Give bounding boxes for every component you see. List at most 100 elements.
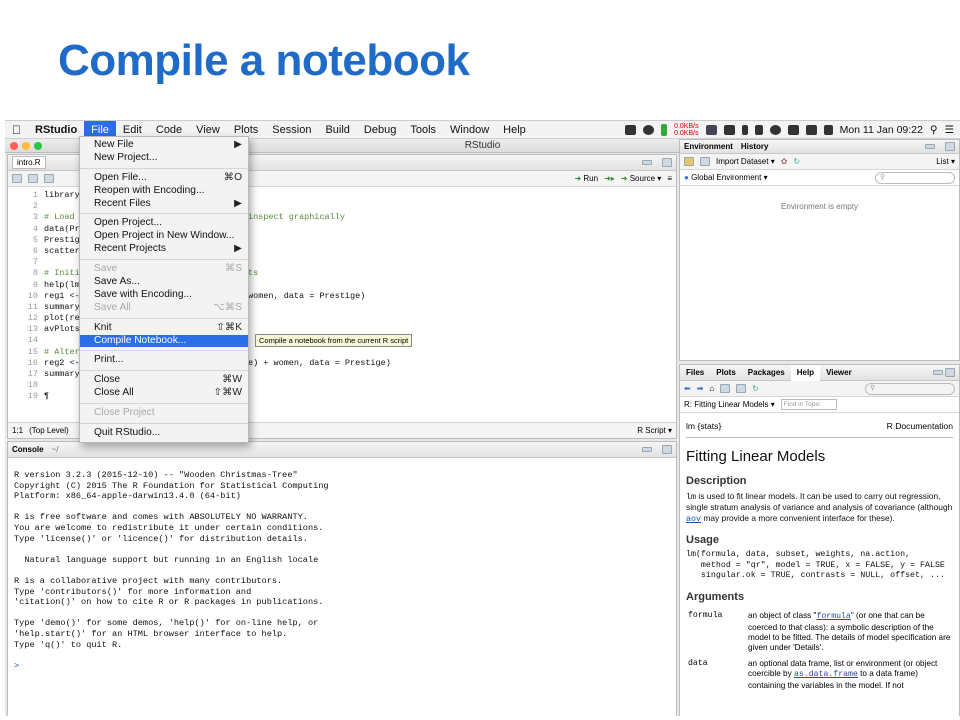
file-menu-item[interactable]: Open File... ⌘O [80, 172, 248, 185]
menu-session[interactable]: Session [265, 121, 318, 139]
file-menu-item[interactable]: Recent Projects ▶ [80, 243, 248, 256]
code-line-tail[interactable]: e) + women, data = Prestige) [248, 358, 391, 369]
file-menu-item[interactable]: Save As... [80, 276, 248, 289]
file-menu-item[interactable]: Quit RStudio... [80, 427, 248, 440]
dropbox-icon[interactable] [723, 125, 735, 135]
file-menu-item[interactable]: Reopen with Encoding... [80, 185, 248, 198]
activity-icon[interactable] [705, 125, 717, 135]
file-menu-item[interactable]: Close ⌘W [80, 374, 248, 387]
bluetooth-icon[interactable] [741, 125, 748, 135]
menu-build[interactable]: Build [318, 121, 356, 139]
evernote-icon[interactable] [625, 125, 637, 135]
code-text-right[interactable]: inspect graphically ts women, data = Prest… [248, 190, 391, 403]
maximize-env-icon[interactable] [945, 142, 955, 151]
file-menu-item[interactable]: New File ▶ [80, 139, 248, 152]
file-menu-item[interactable]: Recent Files ▶ [80, 198, 248, 211]
print-icon[interactable] [720, 384, 731, 393]
minimize-console-icon[interactable] [642, 447, 652, 452]
spotlight-icon[interactable]: ⚲ [930, 124, 938, 136]
minimize-env-icon[interactable] [925, 144, 935, 149]
find-in-topic-input[interactable]: Find in Topic [780, 399, 837, 410]
formula-link[interactable]: formula [816, 612, 850, 621]
close-window-icon[interactable] [10, 142, 18, 150]
tab-help[interactable]: Help [790, 365, 821, 381]
code-line-tail[interactable] [248, 235, 391, 246]
tab-packages[interactable]: Packages [742, 368, 791, 377]
code-line-tail[interactable]: ts [248, 268, 391, 279]
code-line-tail[interactable] [248, 280, 391, 291]
clock-icon[interactable] [769, 125, 781, 135]
code-line-tail[interactable] [248, 347, 391, 358]
menu-help[interactable]: Help [496, 121, 533, 139]
editor-tab[interactable]: intro.R [12, 156, 46, 169]
wifi-icon[interactable] [805, 125, 817, 135]
file-menu-item[interactable]: Compile Notebook... [80, 334, 248, 348]
minimize-help-icon[interactable] [933, 370, 943, 375]
tab-plots[interactable]: Plots [710, 368, 742, 377]
source-button[interactable]: ➜ Source ▾ [621, 174, 662, 183]
menu-rstudio[interactable]: RStudio [28, 121, 84, 139]
save-workspace-icon[interactable] [700, 157, 710, 166]
menu-window[interactable]: Window [443, 121, 496, 139]
save-icon[interactable] [44, 174, 54, 183]
file-menu-item[interactable]: Save with Encoding... [80, 289, 248, 302]
as-data-frame-link[interactable]: as.data.frame [794, 670, 858, 679]
minimize-pane-icon[interactable] [642, 160, 652, 165]
menu-debug[interactable]: Debug [357, 121, 403, 139]
clock-text[interactable]: Mon 11 Jan 09:22 [840, 124, 923, 136]
scope-dropdown[interactable]: ● Global Environment ▾ [684, 173, 768, 182]
code-line-tail[interactable]: women, data = Prestige) [248, 291, 391, 302]
options-icon[interactable]: ≡ [667, 174, 672, 183]
refresh-icon[interactable]: ↻ [793, 157, 800, 166]
code-line-tail[interactable]: inspect graphically [248, 212, 391, 223]
code-line-tail[interactable] [248, 190, 391, 201]
file-menu-item[interactable]: Knit ⇧⌘K [80, 322, 248, 335]
help-home-icon[interactable]: ⌂ [709, 384, 714, 393]
forward-icon[interactable] [28, 174, 38, 183]
file-menu-item[interactable]: Print... [80, 354, 248, 367]
tab-viewer[interactable]: Viewer [820, 368, 858, 377]
menu-tools[interactable]: Tools [403, 121, 443, 139]
help-forward-icon[interactable]: ➡ [697, 384, 704, 393]
zoom-window-icon[interactable] [34, 142, 42, 150]
code-line-tail[interactable] [248, 369, 391, 380]
code-line-tail[interactable] [248, 257, 391, 268]
run-button[interactable]: ➜ Run [574, 174, 598, 183]
help-back-icon[interactable]: ⬅ [684, 384, 691, 393]
help-topic-dropdown[interactable]: R: Fitting Linear Models ▾ [684, 400, 775, 409]
code-line-tail[interactable] [248, 224, 391, 235]
check-icon[interactable] [643, 125, 655, 135]
file-type-selector[interactable]: R Script ▾ [637, 426, 672, 435]
maximize-console-icon[interactable] [662, 445, 672, 454]
maximize-pane-icon[interactable] [662, 158, 672, 167]
code-line-tail[interactable] [248, 391, 391, 402]
code-line-tail[interactable] [248, 313, 391, 324]
file-menu-item[interactable]: Open Project... [80, 217, 248, 230]
code-line-tail[interactable] [248, 246, 391, 257]
notification-icon[interactable]: ☰ [945, 124, 954, 136]
rerun-button[interactable]: ➜▸ [604, 174, 615, 183]
new-window-icon[interactable] [736, 384, 747, 393]
tab-files[interactable]: Files [680, 368, 710, 377]
tab-history[interactable]: History [741, 142, 769, 151]
help-search-input[interactable]: ⚲ [865, 382, 955, 395]
file-menu-item[interactable]: New Project... [80, 152, 248, 165]
scope-selector[interactable]: (Top Level) [29, 426, 69, 435]
code-line-tail[interactable] [248, 302, 391, 313]
maximize-help-icon[interactable] [945, 368, 955, 377]
tab-environment[interactable]: Environment [684, 142, 733, 151]
file-menu-item[interactable]: Close All ⇧⌘W [80, 387, 248, 400]
console-output[interactable]: R version 3.2.3 (2015-12-10) -- "Wooden … [8, 458, 676, 675]
file-menu-item[interactable]: Open Project in New Window... [80, 230, 248, 243]
env-search-input[interactable]: ⚲ [875, 171, 955, 184]
console-prompt[interactable]: > [14, 661, 670, 672]
help-refresh-icon[interactable]: ↻ [752, 384, 759, 393]
display-icon[interactable] [787, 125, 799, 135]
screen-icon[interactable] [754, 125, 763, 135]
back-icon[interactable] [12, 174, 22, 183]
code-line-tail[interactable] [248, 380, 391, 391]
apple-menu-icon[interactable]:  [5, 121, 28, 139]
volume-icon[interactable] [823, 125, 833, 135]
minimize-window-icon[interactable] [22, 142, 30, 150]
battery-icon[interactable] [661, 124, 668, 136]
